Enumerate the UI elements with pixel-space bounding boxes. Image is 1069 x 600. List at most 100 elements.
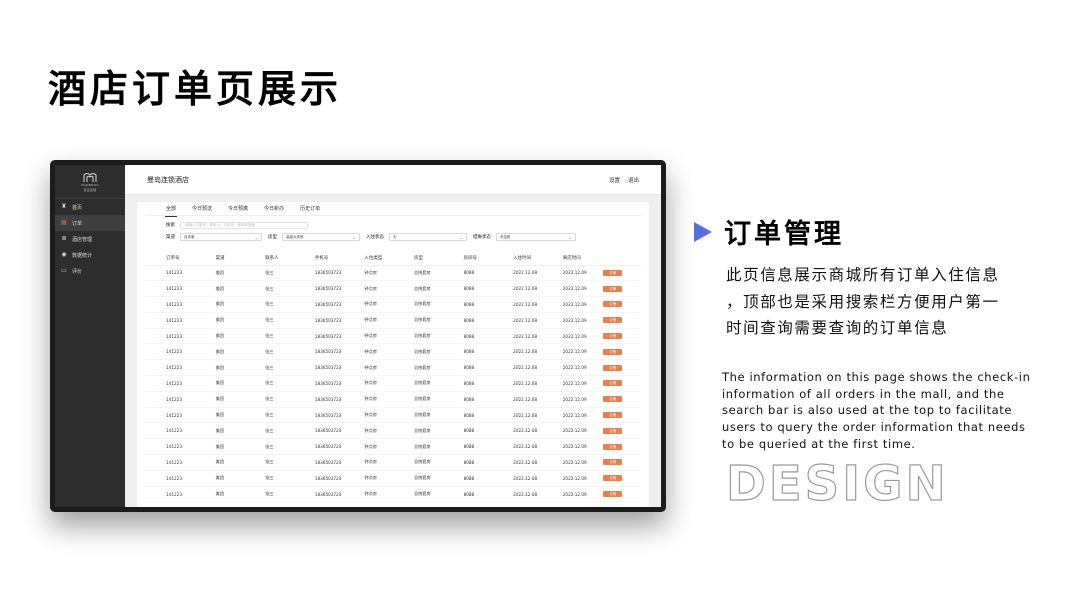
table-cell: 张三 (244, 438, 294, 456)
book-button[interactable]: 订房 (603, 364, 623, 371)
table-cell: 2022.12.08 (492, 470, 542, 487)
tab-today-arrival[interactable]: 今日预送 (192, 202, 212, 216)
channel-select[interactable]: 自来客 ⌄ (180, 233, 262, 241)
sidebar-item[interactable]: ▤ 订单 (55, 215, 125, 231)
en-line: to be queried at the first time. (722, 436, 916, 451)
table-cell: 钟点房 (343, 407, 393, 424)
brand-subname: 曼岛连锁 (83, 187, 97, 192)
sidebar-item[interactable]: ◉ 数据统计 (55, 247, 125, 263)
table-cell: 钟点房 (343, 296, 393, 313)
table-cell: 美团 (194, 312, 245, 329)
column-header: 入住类型 (343, 252, 393, 266)
en-line: The information on this page shows the c… (722, 370, 1031, 384)
tab-today-new[interactable]: 今日新办 (264, 202, 284, 216)
book-button[interactable]: 订房 (603, 380, 623, 387)
english-description: The information on this page shows the c… (722, 369, 1042, 453)
table-cell: 8088 (442, 391, 493, 408)
table-cell: 钟点房 (343, 312, 393, 329)
tab-history[interactable]: 历史订单 (300, 202, 320, 216)
table-cell: 2022.12.08 (492, 422, 542, 440)
settings-link[interactable]: 设置 (609, 176, 620, 184)
sidebar-item-label: 数据统计 (72, 252, 93, 259)
column-header (591, 252, 641, 266)
table-cell: 1836503723 (293, 470, 344, 487)
table-cell: 141223 (145, 391, 195, 408)
book-button[interactable]: 订房 (603, 427, 623, 434)
table-cell: 张三 (244, 391, 294, 408)
table-cell: 2022.12.08 (492, 265, 542, 282)
table-cell: 141223 (145, 422, 195, 440)
hotel-title: 曼岛连锁酒店 (147, 175, 189, 184)
comment-icon: ▭ (61, 267, 67, 274)
tab-today-departure[interactable]: 今日预离 (228, 202, 248, 216)
table-cell: 钟点房 (343, 359, 393, 377)
table-cell: 8088 (442, 375, 493, 392)
table-cell: 美团 (194, 328, 245, 345)
sidebar-item-label: 酒店管理 (72, 236, 93, 243)
cn-line: ，顶部也是采用搜索栏方便用户第一 (726, 292, 1000, 311)
table-cell: 141223 (145, 343, 195, 361)
table-cell: 钟点房 (343, 328, 393, 345)
table-cell: 2022.12.09 (541, 407, 592, 424)
book-button[interactable]: 订房 (603, 317, 623, 324)
page-title: 酒店订单页展示 (48, 67, 343, 111)
slide: 酒店订单页展示 MANNDOO 曼岛连锁 ♜ 首页 ▤ 订单 ≣ 酒店管理 ◉ 数据统计 ▭ 评价… (0, 0, 1069, 600)
checkout-status-label: 结账状态 (473, 235, 491, 240)
table-cell: 2022.12.08 (492, 280, 542, 298)
table-cell: 总统套房 (392, 422, 443, 440)
column-header: 入住时间 (492, 252, 542, 266)
table-cell: 总统套房 (392, 265, 443, 282)
table-cell: 总统套房 (392, 296, 443, 313)
table-cell: 钟点房 (343, 391, 393, 408)
table-cell: 1836503723 (293, 343, 344, 361)
section-heading: 订单管理 (694, 212, 844, 251)
book-button[interactable]: 订房 (603, 459, 623, 466)
table-cell: 美团 (194, 296, 245, 313)
book-button[interactable]: 订房 (603, 443, 623, 450)
table-cell: 1836503723 (293, 422, 344, 440)
table-cell: 1836503723 (293, 375, 344, 392)
table-row: 141223 美团 张三 1836503723 钟点房 总统套房 8088 2022.12.0… (145, 470, 641, 487)
table-cell: 钟点房 (343, 454, 393, 471)
sidebar-item[interactable]: ♜ 首页 (55, 199, 125, 215)
sidebar-item[interactable]: ▭ 评价 (55, 263, 125, 279)
order-panel: 全部 今日预送 今日预离 今日新办 历史订单 搜索 请输入订单号、联系人、手机号… (137, 202, 649, 507)
table-cell: 141223 (145, 375, 195, 392)
column-header: 手机号 (293, 252, 344, 266)
table-cell: 总统套房 (392, 486, 443, 503)
book-button[interactable]: 订房 (603, 412, 623, 419)
book-button[interactable]: 订房 (603, 396, 623, 403)
app-screen: MANNDOO 曼岛连锁 ♜ 首页 ▤ 订单 ≣ 酒店管理 ◉ 数据统计 ▭ 评价 曼岛连锁酒店 … (55, 165, 661, 507)
table-cell: 8088 (442, 280, 493, 298)
channel-value: 自来客 (184, 234, 195, 239)
action-cell: 订房 (591, 265, 641, 282)
book-button[interactable]: 订房 (603, 333, 623, 340)
logout-link[interactable]: 退出 (628, 176, 639, 184)
sidebar: MANNDOO 曼岛连锁 ♜ 首页 ▤ 订单 ≣ 酒店管理 ◉ 数据统计 ▭ 评价 (55, 165, 125, 507)
table-cell: 2022.12.08 (492, 328, 542, 345)
table-row: 141223 美团 张三 1836503723 钟点房 总统套房 8088 2022.12.0… (145, 296, 641, 313)
table-cell: 2022.12.09 (541, 359, 592, 377)
action-cell: 订房 (591, 470, 641, 487)
column-header: 房型 (392, 252, 443, 266)
action-cell: 订房 (591, 296, 641, 313)
search-input[interactable]: 请输入订单号、联系人、手机号、房间号搜索 (180, 221, 308, 229)
book-button[interactable]: 订房 (603, 269, 623, 276)
checkout-status-select[interactable]: 未结账 ⌄ (496, 233, 576, 241)
table-cell: 总统套房 (392, 343, 443, 361)
table-cell: 2022.12.08 (492, 454, 542, 471)
book-button[interactable]: 订房 (603, 475, 623, 482)
cn-line: 时间查询需要查询的订单信息 (726, 319, 949, 337)
book-button[interactable]: 订房 (603, 491, 623, 498)
book-button[interactable]: 订房 (603, 348, 623, 355)
room-type-select[interactable]: 高级大床房 ⌄ (282, 233, 360, 241)
table-cell: 1836503723 (293, 359, 344, 377)
table-cell: 2022.12.09 (541, 422, 592, 440)
sidebar-item[interactable]: ≣ 酒店管理 (55, 231, 125, 247)
book-button[interactable]: 订房 (603, 285, 623, 292)
tab-all[interactable]: 全部 (164, 202, 178, 217)
book-button[interactable]: 订房 (603, 301, 623, 308)
table-cell: 总统套房 (392, 438, 443, 456)
chevron-down-icon: ⌄ (568, 234, 572, 240)
checkin-status-select[interactable]: 无 ⌄ (389, 233, 467, 241)
